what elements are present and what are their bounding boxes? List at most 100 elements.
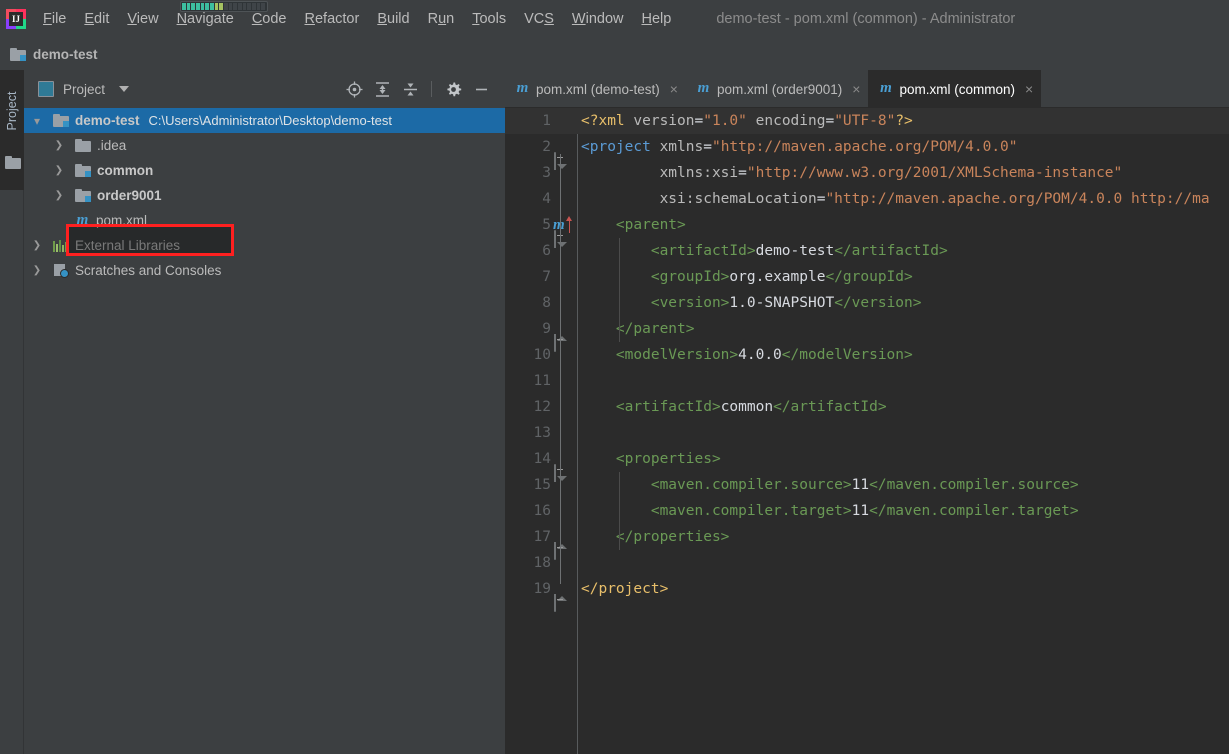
fold-close-icon[interactable] <box>554 594 567 612</box>
code-line[interactable]: 7 <groupId>org.example</groupId> <box>505 264 1229 290</box>
close-icon[interactable]: × <box>852 81 860 97</box>
indent-guide <box>619 524 620 550</box>
line-number: 6 <box>542 243 551 259</box>
code-line[interactable]: 17 </properties> <box>505 524 1229 560</box>
menu-code[interactable]: Code <box>243 9 296 29</box>
line-number: 9 <box>542 321 551 337</box>
menu-tools[interactable]: Tools <box>463 9 515 29</box>
project-folder-icon <box>10 47 26 61</box>
tool-window-tab-project[interactable]: Project <box>1 81 23 141</box>
left-tool-window-strip: Project <box>0 70 24 754</box>
tree-row-scratches-and-consoles[interactable]: Scratches and Consoles <box>24 258 505 283</box>
tree-row-pom-xml[interactable]: m pom.xml <box>24 208 505 233</box>
settings-gear-icon[interactable] <box>439 79 467 99</box>
code-line[interactable]: 19 </project> <box>505 576 1229 612</box>
expand-all-icon[interactable] <box>368 79 396 99</box>
indent-guide <box>619 290 620 316</box>
menu-window[interactable]: Window <box>563 9 633 29</box>
project-tool-window: Project ▾ demo-test C:\Users\Administrat… <box>24 70 505 754</box>
title-bar: IJ File Edit View Navigate Code Refactor Build… <box>0 0 1229 38</box>
code-line[interactable]: 3 xmlns:xsi="http://www.w3.org/2001/XMLS… <box>505 160 1229 186</box>
indent-guide <box>619 498 620 524</box>
editor-tab-1[interactable]: m pom.xml (demo-test) × <box>505 70 686 108</box>
code-line[interactable]: 11 <box>505 368 1229 394</box>
tree-row-idea[interactable]: .idea <box>24 133 505 158</box>
code-line[interactable]: 16 <maven.compiler.target>11</maven.comp… <box>505 498 1229 524</box>
code-line[interactable]: 8 <version>1.0-SNAPSHOT</version> <box>505 290 1229 316</box>
chevron-right-icon[interactable] <box>30 239 44 253</box>
line-number: 1 <box>542 113 551 129</box>
editor-area: m pom.xml (demo-test) × m pom.xml (order9001… <box>505 70 1229 754</box>
code-line[interactable]: 6 <artifactId>demo-test</artifactId> <box>505 238 1229 264</box>
code-line[interactable]: 5m <parent> <box>505 212 1229 248</box>
tree-row-external-libraries[interactable]: External Libraries <box>24 233 505 258</box>
menu-run[interactable]: Run <box>419 9 464 29</box>
collapse-all-icon[interactable] <box>396 79 424 99</box>
code-text: <groupId>org.example</groupId> <box>650 269 913 285</box>
tree-row-label: demo-test <box>75 113 140 128</box>
code-line[interactable]: 12 <artifactId>common</artifactId> <box>505 394 1229 420</box>
progress-segment <box>205 3 210 10</box>
chevron-right-icon[interactable] <box>52 164 66 178</box>
code-text: <?xml version="1.0" encoding="UTF-8"?> <box>581 113 913 129</box>
line-number: 3 <box>542 165 551 181</box>
hide-panel-icon[interactable] <box>467 79 495 99</box>
menu-vcs[interactable]: VCS <box>515 9 563 29</box>
close-icon[interactable]: × <box>1025 81 1033 97</box>
menu-refactor[interactable]: Refactor <box>296 9 369 29</box>
code-line[interactable]: 18 <box>505 550 1229 576</box>
tree-row-order9001[interactable]: order9001 <box>24 183 505 208</box>
code-line[interactable]: 4 xsi:schemaLocation="http://maven.apach… <box>505 186 1229 212</box>
code-line[interactable]: 10 <modelVersion>4.0.0</modelVersion> <box>505 342 1229 368</box>
chevron-down-icon[interactable] <box>119 86 130 92</box>
project-tree[interactable]: demo-test C:\Users\Administrator\Desktop\… <box>24 108 505 754</box>
code-line[interactable]: 9 </parent> <box>505 316 1229 352</box>
progress-segment <box>214 3 219 10</box>
menu-file[interactable]: File <box>34 9 75 29</box>
line-number: 16 <box>533 503 551 519</box>
close-icon[interactable]: × <box>670 81 678 97</box>
code-line[interactable]: 1 <?xml version="1.0" encoding="UTF-8"?> <box>505 108 1229 134</box>
line-number: 8 <box>542 295 551 311</box>
locate-icon[interactable] <box>340 79 368 99</box>
menu-view[interactable]: View <box>118 9 167 29</box>
chevron-right-icon[interactable] <box>52 139 66 153</box>
menu-navigate[interactable]: Navigate <box>168 9 243 29</box>
chevron-right-icon[interactable] <box>52 189 66 203</box>
editor-tab-bar: m pom.xml (demo-test) × m pom.xml (order9001… <box>505 70 1229 108</box>
progress-segment <box>196 3 200 10</box>
code-line[interactable]: 14 <properties> <box>505 446 1229 482</box>
scratches-icon <box>53 263 69 278</box>
line-number: 10 <box>533 347 551 363</box>
editor-tab-label: pom.xml (demo-test) <box>536 81 660 97</box>
chevron-down-icon[interactable] <box>30 114 44 128</box>
tree-row-label: common <box>97 163 154 178</box>
folder-icon <box>75 139 91 152</box>
indent-guide <box>619 472 620 498</box>
menu-edit[interactable]: Edit <box>75 9 118 29</box>
code-text: xmlns:xsi="http://www.w3.org/2001/XMLSch… <box>659 165 1123 181</box>
maven-inherited-marker-icon[interactable]: m <box>553 215 577 235</box>
line-number: 7 <box>542 269 551 285</box>
maven-file-icon: m <box>76 211 89 228</box>
editor-tab-label: pom.xml (order9001) <box>716 81 843 97</box>
logo-text: IJ <box>9 12 23 26</box>
editor-tab-3[interactable]: m pom.xml (common) × <box>868 70 1042 108</box>
menu-build[interactable]: Build <box>368 9 418 29</box>
tree-row-common[interactable]: common <box>24 158 505 183</box>
code-line[interactable]: 15 <maven.compiler.source>11</maven.comp… <box>505 472 1229 498</box>
code-text: <properties> <box>615 451 721 467</box>
code-line[interactable]: 2 <project xmlns="http://maven.apache.org… <box>505 134 1229 170</box>
progress-segment <box>210 3 214 10</box>
line-number: 14 <box>533 451 551 467</box>
code-editor[interactable]: 1 <?xml version="1.0" encoding="UTF-8"?> 2… <box>505 108 1229 754</box>
chevron-right-icon[interactable] <box>30 264 44 278</box>
editor-tab-2[interactable]: m pom.xml (order9001) × <box>686 70 868 108</box>
tree-row-demo-test[interactable]: demo-test C:\Users\Administrator\Desktop\… <box>24 108 505 133</box>
progress-segment <box>191 3 196 10</box>
code-line[interactable]: 13 <box>505 420 1229 446</box>
fold-connector <box>560 466 561 532</box>
line-number: 5 <box>542 217 551 233</box>
menu-help[interactable]: Help <box>632 9 680 29</box>
